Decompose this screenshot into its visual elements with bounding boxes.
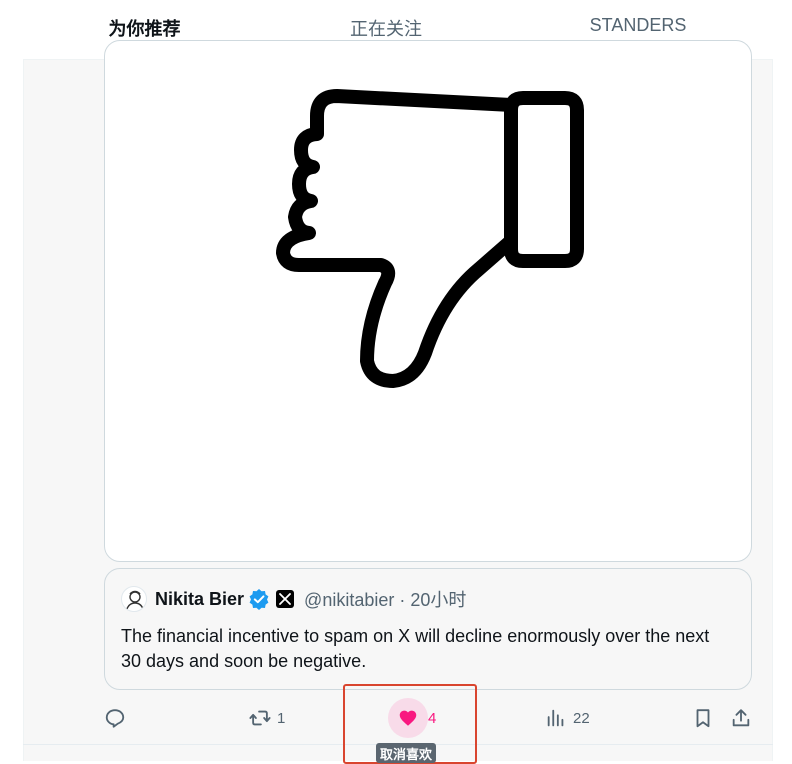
retweet-button[interactable]: 1 — [249, 700, 285, 736]
tab-following-label: 正在关注 — [350, 19, 422, 39]
tab-for-you-label: 为你推荐 — [108, 19, 181, 39]
x-affiliation-icon — [276, 590, 295, 608]
tweet-media[interactable] — [104, 40, 752, 562]
like-count: 4 — [428, 709, 437, 727]
share-icon — [732, 709, 750, 727]
verified-badge-icon — [249, 589, 269, 610]
tab-standers-label: STANDERS — [589, 15, 687, 35]
quoted-tweet[interactable]: Nikita Bier @nikitabier · 20小时 The finan… — [104, 568, 752, 690]
share-button[interactable] — [730, 700, 752, 736]
like-button[interactable]: 4 — [388, 698, 436, 738]
bookmark-icon — [696, 709, 710, 728]
reply-icon — [105, 709, 125, 728]
quoted-author-name[interactable]: Nikita Bier — [155, 589, 244, 610]
avatar-sketch-icon — [125, 590, 145, 611]
retweet-icon — [249, 710, 271, 726]
bookmark-button[interactable] — [692, 700, 714, 736]
thumbs-down-icon — [276, 89, 584, 388]
views-chart-icon — [547, 709, 564, 727]
views-button[interactable]: 22 — [545, 700, 590, 736]
retweet-count: 1 — [277, 709, 286, 727]
reply-button[interactable] — [104, 700, 126, 736]
like-tooltip: 取消喜欢 — [376, 743, 437, 763]
tooltip-label: 取消喜欢 — [380, 746, 433, 762]
heart-filled-icon — [399, 710, 417, 726]
like-hover-bubble — [388, 698, 428, 738]
quoted-tweet-text: The financial incentive to spam on X wil… — [121, 626, 710, 671]
avatar[interactable] — [121, 586, 147, 612]
tweet-actions: 1 4 22 — [104, 698, 764, 738]
views-count: 22 — [573, 709, 590, 727]
quoted-handle-and-time[interactable]: @nikitabier · 20小时 — [304, 586, 466, 612]
quoted-tweet-header: Nikita Bier @nikitabier · 20小时 — [121, 585, 466, 613]
